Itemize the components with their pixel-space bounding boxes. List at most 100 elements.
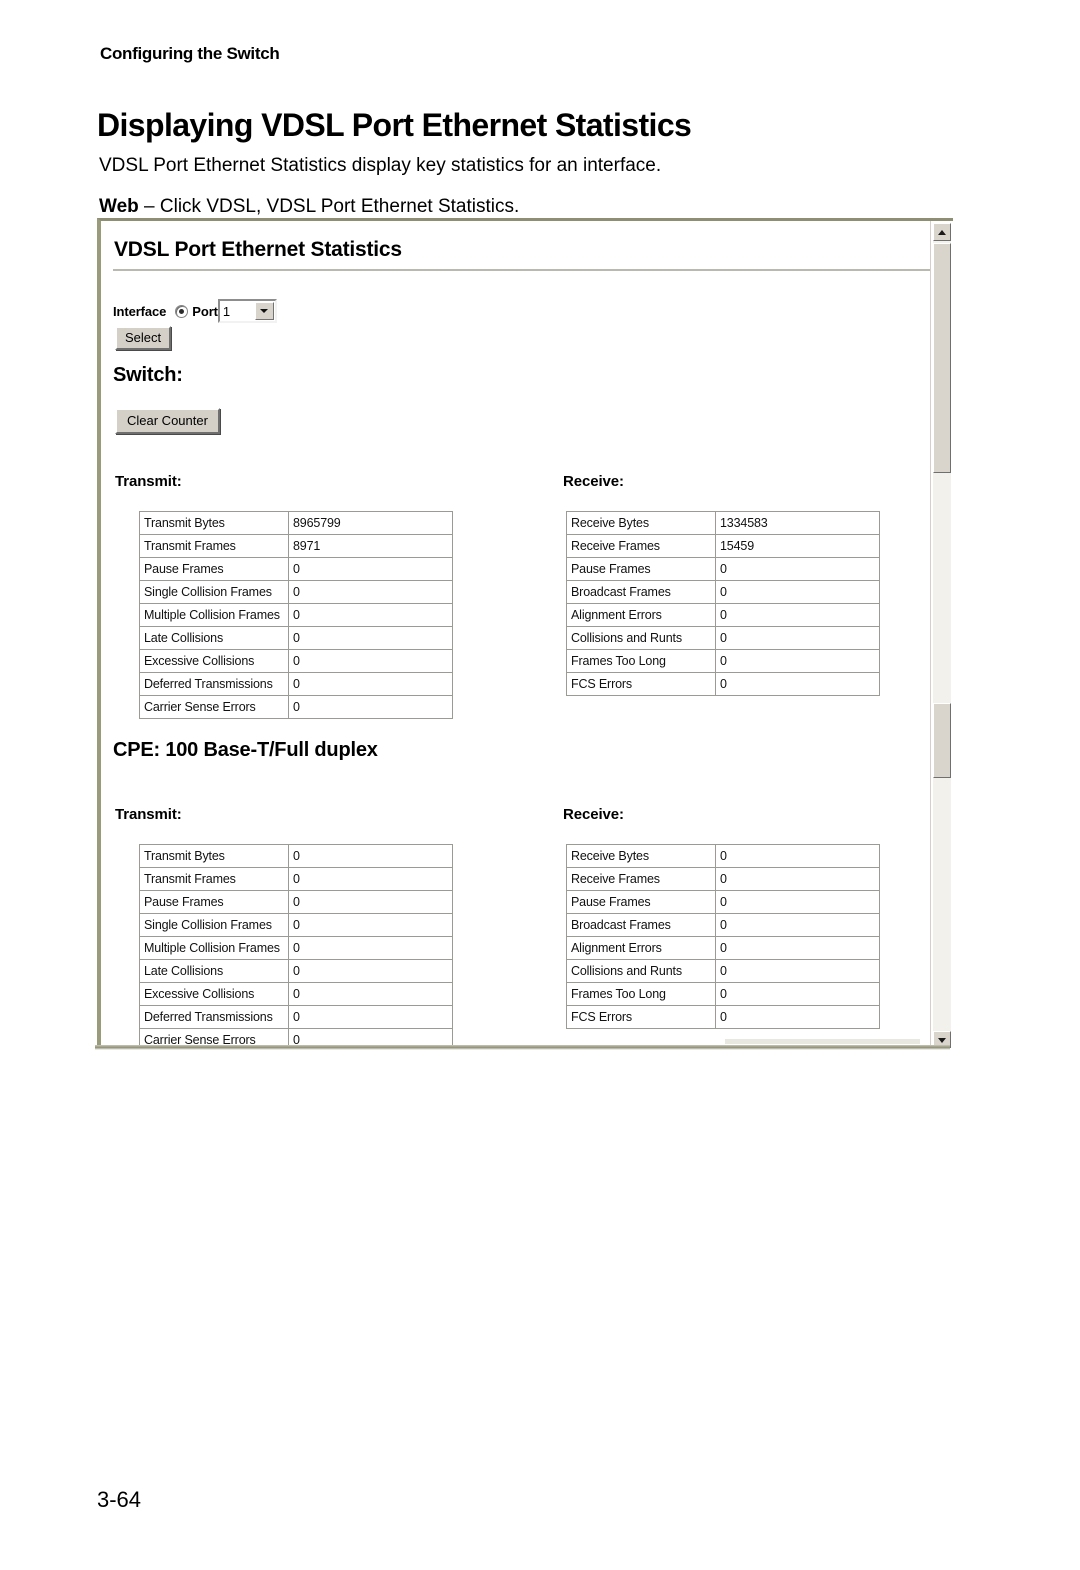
switch-receive-table: Receive Bytes 1334583 Receive Frames 15459 P… (566, 511, 880, 696)
table-row: Late Collisions 0 (139, 959, 453, 983)
stat-value-cell: 0 (288, 844, 453, 868)
table-row: Pause Frames 0 (139, 890, 453, 914)
stat-value-cell: 0 (715, 649, 880, 673)
stat-name-cell: Broadcast Frames (566, 913, 716, 937)
stat-name-cell: Carrier Sense Errors (139, 695, 289, 719)
stat-value-cell: 0 (288, 557, 453, 581)
stat-value-cell: 0 (715, 959, 880, 983)
stat-name-cell: Receive Bytes (566, 511, 716, 535)
stat-name-cell: Single Collision Frames (139, 580, 289, 604)
table-row: Transmit Bytes 0 (139, 844, 453, 868)
screenshot-inner-surface: VDSL Port Ethernet Statistics Interface … (101, 221, 953, 1048)
stat-name-cell: Late Collisions (139, 626, 289, 650)
stat-value-cell: 0 (715, 982, 880, 1006)
stat-value-cell: 15459 (715, 534, 880, 558)
stat-value-cell: 0 (288, 867, 453, 891)
scrollbar-thumb-upper[interactable] (933, 243, 951, 473)
stat-name-cell: Single Collision Frames (139, 913, 289, 937)
stat-value-cell: 1334583 (715, 511, 880, 535)
table-row: Transmit Frames 0 (139, 867, 453, 891)
stat-name-cell: Transmit Frames (139, 867, 289, 891)
stat-name-cell: Transmit Bytes (139, 844, 289, 868)
stat-name-cell: Alignment Errors (566, 603, 716, 627)
cpe-receive-table: Receive Bytes 0 Receive Frames 0 Pause Frame… (566, 844, 880, 1029)
clear-counter-button[interactable]: Clear Counter (115, 408, 220, 434)
stat-name-cell: Late Collisions (139, 959, 289, 983)
stat-value-cell: 0 (715, 913, 880, 937)
stat-value-cell: 0 (288, 672, 453, 696)
switch-receive-heading: Receive: (563, 473, 624, 490)
stat-value-cell: 0 (715, 1005, 880, 1029)
stat-value-cell: 0 (715, 557, 880, 581)
screenshot-bottom-border (95, 1045, 950, 1050)
stat-value-cell: 0 (288, 890, 453, 914)
table-row: Collisions and Runts 0 (566, 959, 880, 983)
interface-label: Interface (113, 303, 167, 319)
stat-name-cell: Multiple Collision Frames (139, 936, 289, 960)
stat-name-cell: Alignment Errors (566, 936, 716, 960)
switch-transmit-tbody: Transmit Bytes 8965799 Transmit Frames 8971… (139, 511, 453, 719)
stat-name-cell: Collisions and Runts (566, 626, 716, 650)
table-row: Pause Frames 0 (566, 890, 880, 914)
web-bold-label: Web (99, 196, 139, 217)
screenshot-bottom-shadow (725, 1039, 920, 1044)
stat-name-cell: Deferred Transmissions (139, 672, 289, 696)
table-row: Transmit Frames 8971 (139, 534, 453, 558)
vdsl-statistics-screenshot: VDSL Port Ethernet Statistics Interface … (97, 218, 953, 1048)
port-select-value: 1 (222, 303, 231, 319)
stat-name-cell: FCS Errors (566, 672, 716, 696)
stat-name-cell: Collisions and Runts (566, 959, 716, 983)
table-row: FCS Errors 0 (566, 672, 880, 696)
switch-section-heading: Switch: (113, 364, 183, 386)
stat-name-cell: Excessive Collisions (139, 649, 289, 673)
table-row: Alignment Errors 0 (566, 936, 880, 960)
interface-row: Interface Port 1 (113, 299, 277, 323)
port-select-dropdown[interactable]: 1 (217, 299, 277, 323)
table-row: Pause Frames 0 (566, 557, 880, 581)
table-row: Receive Frames 0 (566, 867, 880, 891)
cpe-receive-tbody: Receive Bytes 0 Receive Frames 0 Pause Frame… (566, 844, 880, 1029)
stat-name-cell: Frames Too Long (566, 649, 716, 673)
table-row: Multiple Collision Frames 0 (139, 936, 453, 960)
stat-name-cell: Deferred Transmissions (139, 1005, 289, 1029)
stat-name-cell: FCS Errors (566, 1005, 716, 1029)
scrollbar-thumb-lower[interactable] (933, 703, 951, 778)
stat-value-cell: 0 (288, 936, 453, 960)
chevron-down-icon[interactable] (254, 302, 274, 320)
table-row: Frames Too Long 0 (566, 982, 880, 1006)
stat-name-cell: Broadcast Frames (566, 580, 716, 604)
title-divider (113, 269, 951, 271)
cpe-transmit-heading: Transmit: (115, 806, 182, 823)
intro-paragraph: VDSL Port Ethernet Statistics display ke… (99, 155, 662, 176)
stat-name-cell: Frames Too Long (566, 982, 716, 1006)
cpe-transmit-tbody: Transmit Bytes 0 Transmit Frames 0 Pause Fra… (139, 844, 453, 1048)
select-button[interactable]: Select (115, 326, 172, 350)
web-instruction-line: Web – Click VDSL, VDSL Port Ethernet Sta… (99, 196, 519, 218)
cpe-receive-heading: Receive: (563, 806, 624, 823)
table-row: Receive Bytes 0 (566, 844, 880, 868)
stat-value-cell: 0 (715, 936, 880, 960)
table-row: Deferred Transmissions 0 (139, 672, 453, 696)
table-row: Broadcast Frames 0 (566, 580, 880, 604)
table-row: Single Collision Frames 0 (139, 913, 453, 937)
switch-receive-tbody: Receive Bytes 1334583 Receive Frames 15459 P… (566, 511, 880, 696)
table-row: Carrier Sense Errors 0 (139, 695, 453, 719)
stat-name-cell: Pause Frames (566, 890, 716, 914)
stat-value-cell: 0 (288, 580, 453, 604)
port-radio-button[interactable] (175, 304, 189, 318)
scroll-up-arrow-icon[interactable] (933, 223, 951, 241)
stat-value-cell: 0 (715, 603, 880, 627)
table-row: Frames Too Long 0 (566, 649, 880, 673)
table-row: Excessive Collisions 0 (139, 649, 453, 673)
stat-value-cell: 8965799 (288, 511, 453, 535)
stat-name-cell: Transmit Bytes (139, 511, 289, 535)
stat-name-cell: Pause Frames (139, 557, 289, 581)
table-row: Broadcast Frames 0 (566, 913, 880, 937)
table-row: Alignment Errors 0 (566, 603, 880, 627)
vertical-scrollbar[interactable] (930, 221, 953, 1048)
stat-name-cell: Pause Frames (566, 557, 716, 581)
stat-value-cell: 0 (715, 672, 880, 696)
stat-value-cell: 0 (288, 626, 453, 650)
running-head: Configuring the Switch (100, 44, 280, 63)
table-row: Single Collision Frames 0 (139, 580, 453, 604)
